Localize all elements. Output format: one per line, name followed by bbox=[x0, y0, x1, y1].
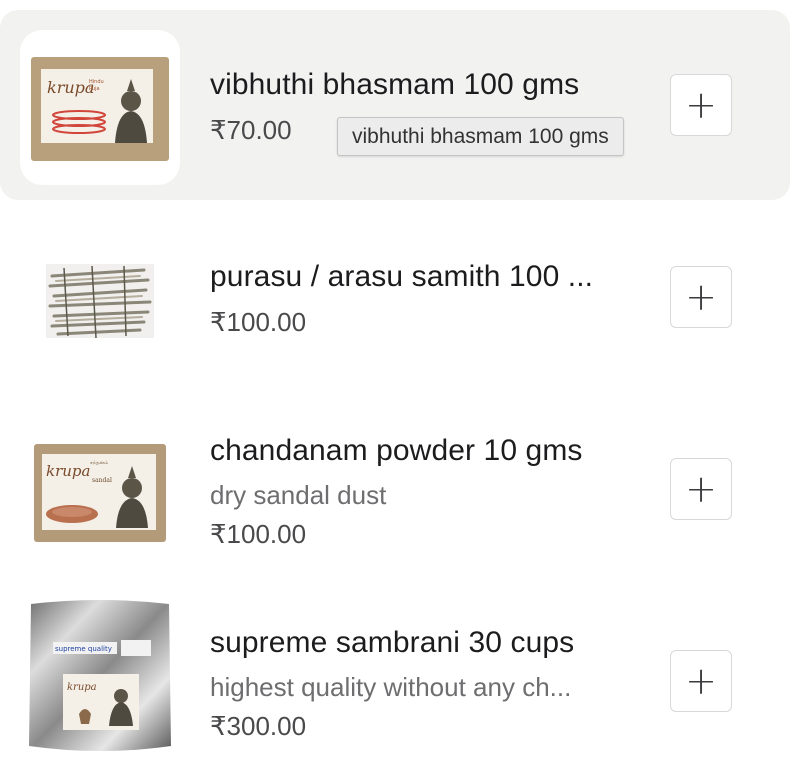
sambrani-package-image: supreme quality krupa bbox=[29, 599, 171, 751]
name-tooltip: vibhuthi bhasmam 100 gms bbox=[337, 117, 624, 156]
product-name[interactable]: supreme sambrani 30 cups bbox=[210, 626, 574, 660]
product-name[interactable]: vibhuthi bhasmam 100 gms bbox=[210, 68, 579, 102]
product-row[interactable]: krupa சந்தனம் sandal chandanam powder 10… bbox=[0, 394, 790, 584]
product-price: ₹70.00 bbox=[210, 115, 292, 145]
svg-text:Puja: Puja bbox=[89, 86, 100, 92]
brand-logo-text: krupa bbox=[47, 78, 94, 97]
brand-logo-text: krupa bbox=[46, 462, 90, 480]
plus-icon: + bbox=[685, 659, 717, 703]
product-image[interactable]: krupa Hindu Puja bbox=[20, 30, 180, 185]
plus-icon: + bbox=[685, 83, 717, 127]
chandanam-package-image: krupa சந்தனம் sandal bbox=[34, 443, 166, 542]
svg-text:சந்தனம்: சந்தனம் bbox=[90, 460, 108, 466]
product-image[interactable]: supreme quality krupa bbox=[20, 598, 180, 753]
product-row[interactable]: purasu / arasu samith 100 ... ₹100.00 + bbox=[0, 202, 790, 392]
product-name[interactable]: purasu / arasu samith 100 ... bbox=[210, 260, 593, 294]
product-description: highest quality without any ch... bbox=[210, 672, 572, 702]
product-price: ₹100.00 bbox=[210, 519, 307, 549]
product-price: ₹100.00 bbox=[210, 307, 307, 337]
add-to-cart-button[interactable]: + bbox=[670, 650, 732, 712]
svg-text:sandal: sandal bbox=[92, 477, 112, 484]
svg-text:Hindu: Hindu bbox=[89, 79, 104, 85]
add-to-cart-button[interactable]: + bbox=[670, 74, 732, 136]
product-name[interactable]: chandanam powder 10 gms bbox=[210, 434, 583, 468]
product-row[interactable]: krupa Hindu Puja vibhuthi bhasmam 100 gm… bbox=[0, 10, 790, 200]
product-image[interactable] bbox=[20, 222, 180, 377]
vibhuthi-package-image: krupa Hindu Puja bbox=[31, 56, 169, 161]
samith-sticks-image bbox=[46, 263, 154, 338]
product-row[interactable]: supreme quality krupa supreme sambrani 3… bbox=[0, 586, 790, 776]
add-to-cart-button[interactable]: + bbox=[670, 458, 732, 520]
product-image[interactable]: krupa சந்தனம் sandal bbox=[20, 414, 180, 569]
product-price: ₹300.00 bbox=[210, 711, 307, 741]
brand-logo-text: krupa bbox=[67, 682, 97, 693]
product-description: dry sandal dust bbox=[210, 480, 387, 510]
plus-icon: + bbox=[685, 467, 717, 511]
plus-icon: + bbox=[685, 275, 717, 319]
add-to-cart-button[interactable]: + bbox=[670, 266, 732, 328]
pack-label-text: supreme quality bbox=[55, 645, 112, 653]
